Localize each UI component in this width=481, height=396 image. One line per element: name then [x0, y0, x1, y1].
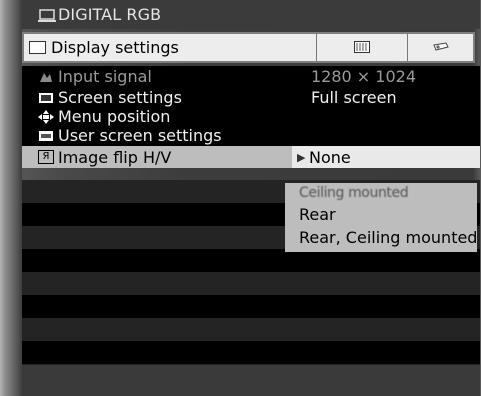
- monitor-icon: [38, 8, 56, 22]
- tab-projector[interactable]: [408, 34, 473, 61]
- menu-row-user-screen-settings[interactable]: User screen settings: [22, 125, 480, 146]
- menu-label: Menu position: [58, 107, 171, 126]
- menu-row-menu-position[interactable]: Menu position: [22, 107, 480, 126]
- title-bar: DIGITAL RGB: [22, 0, 480, 29]
- projector-osd-screen: DIGITAL RGB Display settings Input signa…: [0, 0, 481, 396]
- image-flip-icon: Я: [38, 150, 54, 164]
- menu-value: None: [309, 147, 351, 167]
- dropdown-option-rear[interactable]: Rear: [299, 205, 336, 224]
- projector-icon: [432, 38, 449, 57]
- menu-position-icon: [38, 109, 54, 124]
- window-title: DIGITAL RGB: [58, 5, 162, 24]
- menu-value: Full screen: [311, 88, 397, 107]
- menu-label: Image flip H/V: [58, 147, 172, 167]
- image-flip-dropdown: Ceiling mounted Rear Rear, Ceiling mount…: [285, 183, 477, 252]
- bottom-bar: [22, 365, 480, 396]
- menu-label: Input signal: [58, 67, 152, 86]
- tab-panel[interactable]: [317, 34, 407, 61]
- settings-menu: Input signal 1280 × 1024 Screen settings…: [22, 66, 480, 168]
- menu-label: Screen settings: [58, 88, 182, 107]
- menu-row-screen-settings[interactable]: Screen settings Full screen: [22, 87, 480, 108]
- tab-label: Display settings: [51, 38, 179, 57]
- panel-icon: [354, 38, 370, 57]
- left-bezel: [0, 0, 22, 396]
- tab-checkbox-icon: [29, 41, 46, 54]
- dropdown-option-ceiling-mounted[interactable]: Ceiling mounted: [299, 185, 409, 201]
- input-signal-icon: [38, 70, 54, 84]
- menu-row-image-flip[interactable]: Я Image flip H/V ▶ None: [22, 146, 480, 168]
- triangle-right-icon: ▶: [297, 150, 306, 164]
- user-screen-icon: [38, 129, 54, 143]
- menu-row-input-signal[interactable]: Input signal 1280 × 1024: [22, 66, 480, 87]
- screen-settings-icon: [38, 91, 54, 105]
- tab-bar: Display settings: [22, 32, 475, 63]
- dropdown-option-rear-ceiling-mounted[interactable]: Rear, Ceiling mounted: [299, 228, 477, 247]
- menu-value: 1280 × 1024: [311, 67, 417, 86]
- tab-display-settings[interactable]: Display settings: [24, 34, 316, 61]
- menu-label: User screen settings: [58, 126, 222, 145]
